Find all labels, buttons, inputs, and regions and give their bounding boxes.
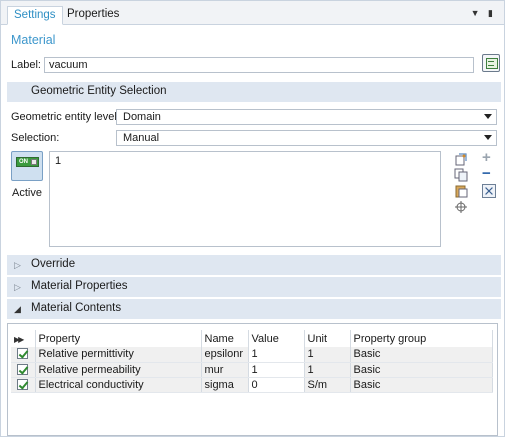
cell-unit: 1 [304, 362, 351, 378]
chevron-down-icon [484, 135, 492, 140]
on-switch-icon: ON [16, 157, 39, 167]
checkbox-checked-icon[interactable] [17, 378, 29, 390]
window-menu-icons[interactable]: ▼ ▮ [471, 8, 496, 19]
entity-level-value: Domain [123, 111, 161, 123]
cell-group: Basic [350, 362, 493, 378]
selection-select[interactable]: Manual [116, 130, 497, 146]
zoom-to-selection-icon[interactable] [454, 200, 468, 214]
checkbox-checked-icon[interactable] [17, 348, 29, 360]
column-header-name[interactable]: Name [201, 330, 249, 347]
expand-arrow-icon: ▷ [14, 282, 21, 292]
switch-knob [31, 159, 37, 165]
section-title: Material Contents [31, 302, 122, 314]
section-override[interactable]: ▷ Override [7, 255, 501, 275]
cell-unit: 1 [304, 347, 351, 363]
add-icon[interactable]: + [482, 150, 496, 165]
active-label: Active [12, 187, 42, 199]
cell-group: Basic [350, 347, 493, 363]
material-contents-table: ▶▶ Property Name Value Unit Property gro… [7, 323, 498, 436]
table-row[interactable]: Relative permeability mur 1 1 Basic [11, 362, 493, 378]
list-item[interactable]: 1 [55, 155, 61, 167]
tab-bar: Settings Properties ▼ ▮ [1, 1, 504, 25]
selection-value: Manual [123, 132, 160, 144]
cell-value-input[interactable]: 0 [248, 377, 305, 393]
label-rename-icon[interactable] [482, 54, 500, 72]
section-title: Override [31, 258, 76, 270]
cell-unit: S/m [304, 377, 351, 393]
cell-property: Relative permittivity [35, 347, 202, 363]
cell-name: sigma [201, 377, 249, 393]
section-title: Geometric Entity Selection [31, 85, 167, 97]
remove-icon[interactable]: − [482, 166, 496, 181]
entity-level-row: Geometric entity level: Domain [11, 109, 499, 125]
paste-selection-icon[interactable] [454, 152, 468, 166]
cell-property: Relative permeability [35, 362, 202, 378]
on-badge: ON [19, 159, 28, 165]
selection-list[interactable]: 1 [49, 151, 441, 247]
expand-all-icon[interactable]: ▶▶ [11, 330, 36, 347]
column-header-value[interactable]: Value [248, 330, 305, 347]
section-material-contents[interactable]: ◢ Material Contents [7, 299, 501, 319]
section-title: Material Properties [31, 280, 128, 292]
settings-window: Settings Properties ▼ ▮ Material Label: … [0, 0, 505, 437]
tab-settings[interactable]: Settings [7, 6, 63, 25]
column-header-property-group[interactable]: Property group [350, 330, 493, 347]
cell-value-input[interactable]: 1 [248, 362, 305, 378]
table-row[interactable]: Relative permittivity epsilonr 1 1 Basic [11, 347, 493, 363]
label-caption: Label: [11, 59, 41, 71]
clear-selection-icon[interactable] [482, 184, 496, 198]
checkbox-checked-icon[interactable] [17, 363, 29, 375]
cell-name: epsilonr [201, 347, 249, 363]
label-input[interactable]: vacuum [44, 57, 474, 73]
label-row: Label: vacuum [11, 54, 501, 74]
cell-name: mur [201, 362, 249, 378]
tab-properties[interactable]: Properties [61, 6, 125, 25]
chevron-down-icon [484, 114, 492, 119]
expand-arrow-icon: ▷ [14, 260, 21, 270]
selection-row: Selection: Manual [11, 130, 499, 146]
selection-label: Selection: [11, 132, 60, 144]
column-header-unit[interactable]: Unit [304, 330, 351, 347]
collapse-arrow-icon: ◢ [14, 304, 21, 314]
cell-property: Electrical conductivity [35, 377, 202, 393]
page-title: Material [11, 33, 56, 47]
cell-group: Basic [350, 377, 493, 393]
section-material-properties[interactable]: ▷ Material Properties [7, 277, 501, 297]
active-toggle-button[interactable]: ON [11, 151, 43, 181]
entity-level-select[interactable]: Domain [116, 109, 497, 125]
entity-level-label: Geometric entity level: [11, 111, 120, 123]
copy-selection-icon[interactable] [454, 168, 468, 182]
section-geometric-entity-selection[interactable]: Geometric Entity Selection [7, 82, 501, 102]
cell-value-input[interactable]: 1 [248, 347, 305, 363]
column-header-property[interactable]: Property [35, 330, 202, 347]
clipboard-icon[interactable] [454, 184, 468, 198]
table-header-row: ▶▶ Property Name Value Unit Property gro… [11, 330, 493, 347]
table-row[interactable]: Electrical conductivity sigma 0 S/m Basi… [11, 377, 493, 393]
